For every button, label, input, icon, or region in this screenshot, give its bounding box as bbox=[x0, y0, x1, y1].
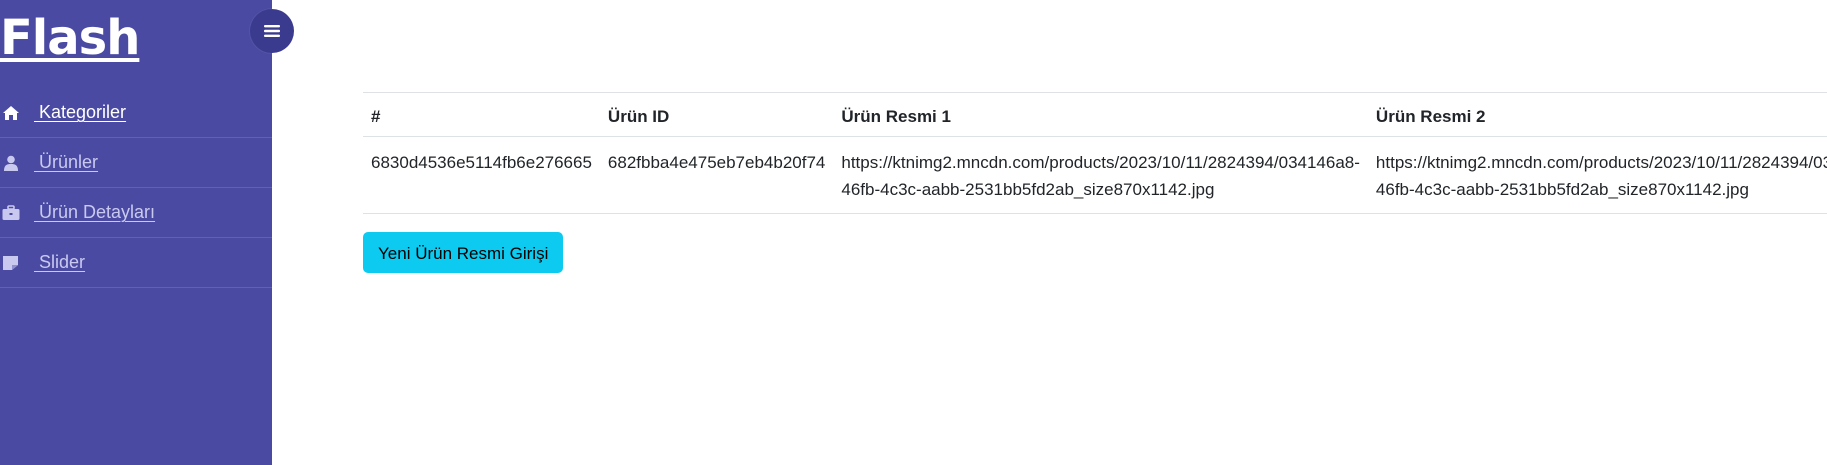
sidebar: Flash Kategoriler Ürünler Ürün Detayları bbox=[0, 0, 272, 465]
sidebar-item-urunler[interactable]: Ürünler bbox=[0, 138, 272, 188]
table-row: 6830d4536e5114fb6e276665 682fbba4e475eb7… bbox=[363, 136, 1827, 214]
new-product-image-button[interactable]: Yeni Ürün Resmi Girişi bbox=[363, 232, 564, 273]
user-icon bbox=[4, 155, 18, 171]
sticky-note-icon bbox=[3, 256, 18, 270]
image-2-url-line-1: https://ktnimg2.mncdn.com/products/2023/… bbox=[1375, 153, 1827, 172]
column-header-id: # bbox=[363, 92, 600, 137]
main-content: # Ürün ID Ürün Resmi 1 Ürün Resmi 2 6830… bbox=[363, 92, 1827, 273]
sidebar-toggle-button[interactable] bbox=[250, 9, 294, 53]
cell-image-1: https://ktnimg2.mncdn.com/products/2023/… bbox=[833, 136, 1368, 214]
sidebar-item-kategoriler[interactable]: Kategoriler bbox=[0, 88, 272, 138]
sidebar-item-label[interactable]: Ürün Detayları bbox=[34, 202, 155, 223]
bars-icon bbox=[264, 25, 280, 37]
cell-image-2: https://ktnimg2.mncdn.com/products/2023/… bbox=[1367, 136, 1827, 214]
home-icon bbox=[3, 106, 19, 120]
sidebar-item-slider[interactable]: Slider bbox=[0, 238, 272, 288]
column-header-image-1: Ürün Resmi 1 bbox=[833, 92, 1368, 137]
sidebar-item-urun-detaylari[interactable]: Ürün Detayları bbox=[0, 188, 272, 238]
image-1-url-line-1: https://ktnimg2.mncdn.com/products/2023/… bbox=[841, 153, 1360, 172]
cell-product-id: 682fbba4e475eb7eb4b20f74 bbox=[599, 136, 834, 214]
brand-logo[interactable]: Flash bbox=[0, 6, 140, 70]
sidebar-nav: Kategoriler Ürünler Ürün Detayları Slide… bbox=[0, 88, 272, 288]
sidebar-item-label[interactable]: Slider bbox=[34, 252, 85, 273]
image-2-url-line-2: 46fb-4c3c-aabb-2531bb5fd2ab_size870x1142… bbox=[1375, 180, 1749, 199]
table-header-row: # Ürün ID Ürün Resmi 1 Ürün Resmi 2 bbox=[363, 92, 1827, 137]
briefcase-icon bbox=[2, 205, 20, 220]
sidebar-item-label[interactable]: Ürünler bbox=[34, 152, 98, 173]
cell-id: 6830d4536e5114fb6e276665 bbox=[363, 136, 600, 214]
column-header-image-2: Ürün Resmi 2 bbox=[1367, 92, 1827, 137]
sidebar-item-label[interactable]: Kategoriler bbox=[34, 102, 126, 123]
product-images-table: # Ürün ID Ürün Resmi 1 Ürün Resmi 2 6830… bbox=[363, 92, 1827, 214]
column-header-product-id: Ürün ID bbox=[599, 92, 834, 137]
image-1-url-line-2: 46fb-4c3c-aabb-2531bb5fd2ab_size870x1142… bbox=[841, 180, 1215, 199]
